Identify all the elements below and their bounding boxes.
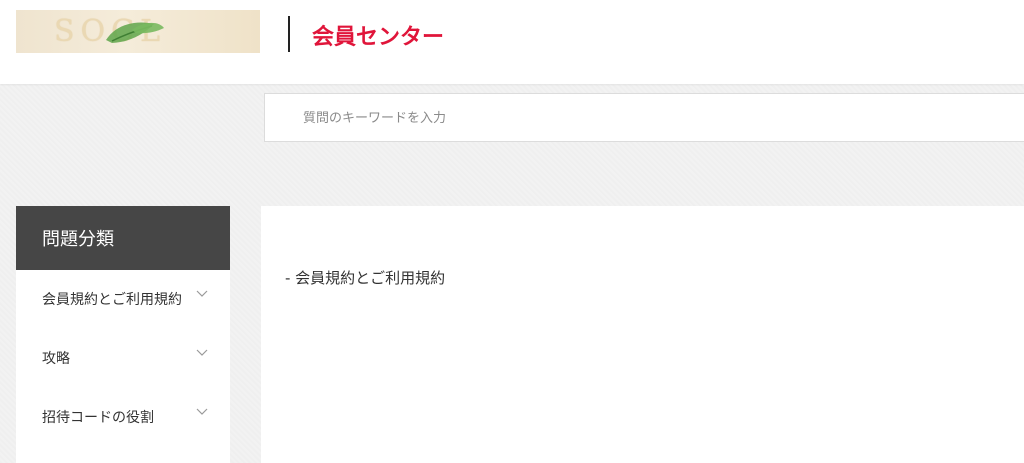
header-divider	[288, 16, 290, 52]
content-panel: - 会員規約とご利用規約	[261, 206, 1024, 463]
chevron-down-icon	[196, 408, 208, 415]
sidebar-item-terms[interactable]: 会員規約とご利用規約	[16, 270, 230, 329]
sidebar-item-label: 招待コードの役割	[42, 410, 154, 426]
chevron-down-icon	[196, 349, 208, 356]
header: SOCL 会員センター	[0, 0, 1024, 84]
page: SOCL 会員センター 問題分類 会員規約とご利用規約 攻略	[0, 0, 1024, 463]
sidebar-title: 問題分類	[42, 229, 114, 250]
search-input[interactable]	[303, 107, 453, 129]
sidebar-header: 問題分類	[16, 206, 230, 270]
logo[interactable]: SOCL	[16, 10, 260, 53]
sidebar-item-label: 会員規約とご利用規約	[42, 292, 182, 308]
sidebar-item-label: 攻略	[42, 351, 70, 367]
sidebar-item-guide[interactable]: 攻略	[16, 329, 230, 388]
page-title: 会員センター	[312, 25, 445, 50]
category-sidebar: 問題分類 会員規約とご利用規約 攻略 招待コードの役割	[16, 206, 230, 463]
chevron-down-icon	[196, 290, 208, 297]
leaf-icon	[106, 22, 164, 43]
section-heading: - 会員規約とご利用規約	[285, 269, 446, 287]
sidebar-item-invite-code[interactable]: 招待コードの役割	[16, 388, 230, 447]
search-box[interactable]	[264, 93, 1024, 142]
